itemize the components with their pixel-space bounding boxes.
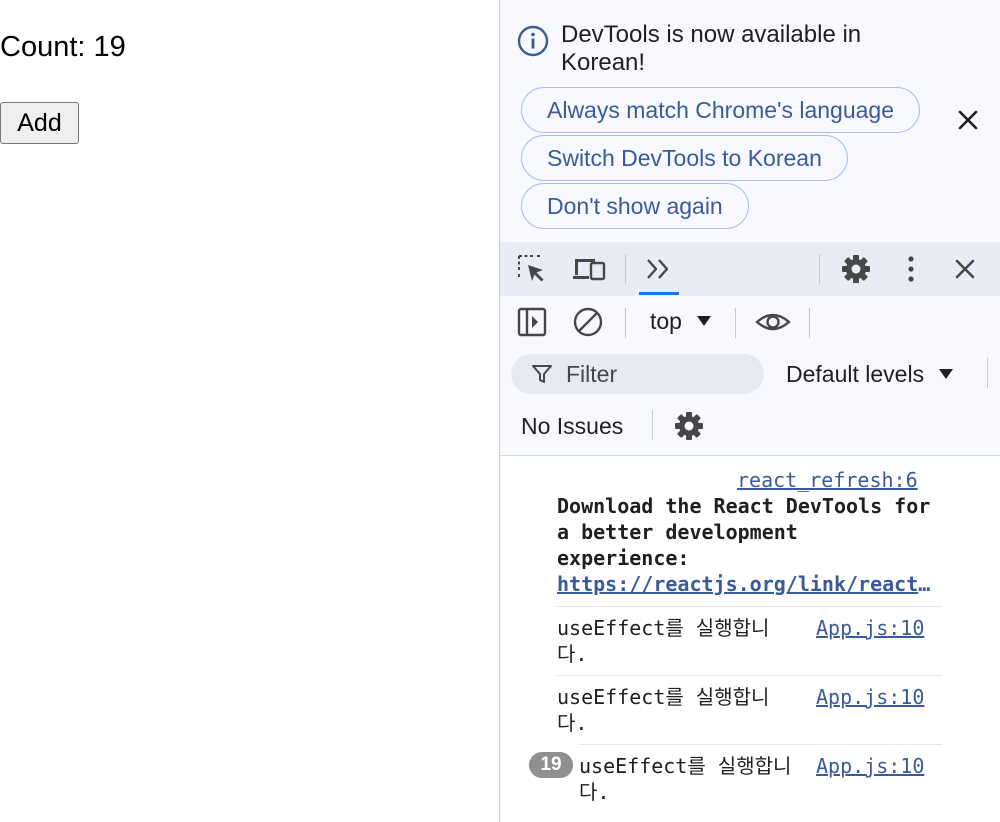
filter-input[interactable]: Filter <box>511 354 764 394</box>
toolbar-separator <box>625 254 626 284</box>
close-icon[interactable] <box>952 104 984 136</box>
toolbar-separator <box>652 410 653 440</box>
always-match-language-button[interactable]: Always match Chrome's language <box>521 87 920 133</box>
eye-icon[interactable] <box>755 308 791 336</box>
log-levels-value: Default levels <box>786 361 925 387</box>
toolbar-separator <box>987 358 988 388</box>
console-chevrons-icon[interactable] <box>643 254 675 284</box>
inspect-element-icon[interactable] <box>516 253 548 285</box>
filter-icon <box>532 365 552 383</box>
source-link[interactable]: react_refresh:6 <box>737 467 918 493</box>
log-message-text: useEffect를 실행합니다. <box>579 754 792 804</box>
console-toolbar: top Filter Default levels No Issues <box>500 296 1000 456</box>
app-page: Count: 19 Add <box>0 0 499 822</box>
message-divider <box>557 606 942 607</box>
device-toolbar-icon[interactable] <box>571 253 607 285</box>
source-link[interactable]: App.js:10 <box>816 615 924 641</box>
toolbar-separator <box>735 308 736 338</box>
language-infobar: DevTools is now available in Korean! Alw… <box>500 0 1000 242</box>
dropdown-arrow-icon <box>697 316 712 326</box>
repeat-count-badge: 19 <box>529 752 573 778</box>
react-devtools-link[interactable]: https://reactjs.org/link/react-devtools <box>557 571 942 597</box>
sidebar-toggle-icon[interactable] <box>516 306 548 338</box>
log-levels-dropdown[interactable]: Default levels <box>786 361 954 388</box>
filter-placeholder: Filter <box>566 361 618 387</box>
close-devtools-icon[interactable] <box>949 253 981 285</box>
settings-icon[interactable] <box>840 253 872 285</box>
message-divider <box>579 744 942 745</box>
context-selector[interactable]: top <box>650 308 712 335</box>
devtools-panel: DevTools is now available in Korean! Alw… <box>499 0 1000 822</box>
toolbar-separator <box>819 254 820 284</box>
switch-to-korean-button[interactable]: Switch DevTools to Korean <box>521 135 848 181</box>
toolbar-separator <box>625 308 626 338</box>
react-devtools-message: Download the React DevTools for a better… <box>557 493 942 597</box>
info-icon <box>517 25 549 57</box>
source-link[interactable]: App.js:10 <box>816 684 924 710</box>
dont-show-again-button[interactable]: Don't show again <box>521 183 749 229</box>
message-divider <box>557 675 942 676</box>
count-display: Count: 19 <box>0 31 126 63</box>
log-message-text: useEffect를 실행합니다. <box>557 616 770 666</box>
devtools-toolbar <box>500 242 1000 296</box>
context-value: top <box>650 308 682 334</box>
source-link[interactable]: App.js:10 <box>816 753 924 779</box>
issues-counter[interactable]: No Issues <box>521 413 623 440</box>
active-tab-indicator <box>639 292 679 295</box>
message-text: Download the React DevTools for a better… <box>557 494 931 570</box>
add-button[interactable]: Add <box>0 102 79 144</box>
dropdown-arrow-icon <box>939 369 954 379</box>
clear-console-icon[interactable] <box>572 306 604 338</box>
console-settings-icon[interactable] <box>673 410 705 442</box>
infobar-message: DevTools is now available in Korean! <box>561 21 862 76</box>
console-messages: react_refresh:6 Download the React DevTo… <box>500 456 1000 822</box>
more-options-icon[interactable] <box>901 253 921 285</box>
log-message-text: useEffect를 실행합니다. <box>557 685 770 735</box>
toolbar-separator <box>809 308 810 338</box>
